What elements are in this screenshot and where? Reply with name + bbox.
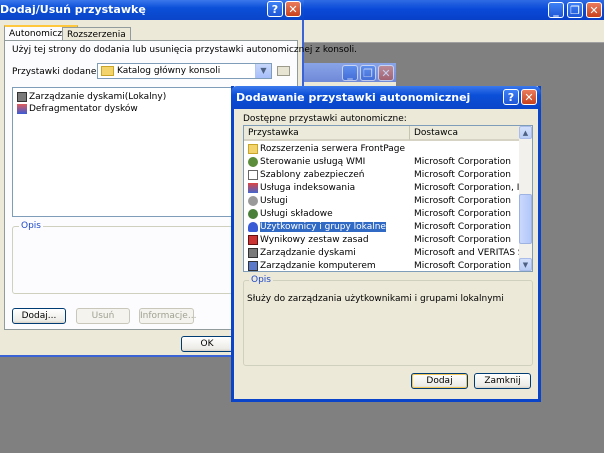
component-services-icon (248, 208, 258, 219)
scroll-up-icon[interactable]: ▲ (519, 126, 532, 139)
list-item[interactable]: Zarządzanie dyskami(Lokalny) (17, 91, 166, 103)
added-to-value: Katalog główny konsoli (117, 66, 221, 76)
table-row[interactable]: Wynikowy zestaw zasad Microsoft Corporat… (244, 234, 520, 247)
console-close-button[interactable]: ✕ (586, 2, 602, 18)
console-restore-button[interactable]: ❐ (567, 2, 583, 18)
close-icon: ✕ (524, 91, 534, 104)
add-button[interactable]: Dodaj (411, 373, 468, 389)
column-header-vendor[interactable]: Dostawca (410, 126, 520, 141)
remove-snapin-button[interactable]: Usuń (76, 308, 130, 324)
table-row[interactable]: Rozszerzenia serwera FrontPage (244, 143, 520, 156)
services-icon (248, 195, 258, 206)
close-icon: ✕ (288, 3, 298, 16)
add-snapin-help-button[interactable]: ? (503, 89, 519, 105)
rsop-icon (248, 234, 258, 245)
chevron-down-icon[interactable]: ▼ (255, 64, 271, 78)
disk-management-icon (248, 247, 258, 258)
available-snapins-list[interactable]: Przystawka Dostawca Rozszerzenia serwera… (243, 125, 533, 272)
security-templates-icon (248, 169, 258, 180)
mdi-window-titlebar: _ ❐ ✕ (304, 63, 396, 82)
minimize-icon: _ (347, 67, 353, 80)
added-to-combobox[interactable]: Katalog główny konsoli ▼ (97, 63, 272, 79)
column-header-snapin[interactable]: Przystawka (244, 126, 410, 141)
indexing-icon (248, 182, 258, 193)
table-row[interactable]: Usługi Microsoft Corporation (244, 195, 520, 208)
close-icon: ✕ (589, 4, 599, 17)
close-icon: ✕ (381, 67, 391, 80)
list-item[interactable]: Defragmentator dysków (17, 103, 138, 115)
add-snapin-dialog-title: Dodawanie przystawki autonomicznej (236, 91, 471, 104)
instruction-text: Użyj tej strony do dodania lub usunięcia… (12, 45, 357, 55)
addremove-help-button[interactable]: ? (267, 1, 283, 17)
addremove-dialog-title: Dodaj/Usuń przystawkę (0, 3, 146, 16)
about-snapin-button[interactable]: Informacje... (139, 308, 196, 324)
close-button[interactable]: Zamknij (474, 373, 531, 389)
table-row-selected[interactable]: Użytkownicy i grupy lokalne Microsoft Co… (244, 221, 520, 234)
minimize-icon: _ (553, 4, 559, 17)
add-snapin-dialog-titlebar: Dodawanie przystawki autonomicznej ? ✕ (231, 86, 541, 109)
table-row[interactable]: Zarządzanie dyskami Microsoft and VERITA… (244, 247, 532, 260)
restore-icon: ❐ (570, 4, 580, 17)
table-row[interactable]: Sterowanie usługą WMI Microsoft Corporat… (244, 156, 520, 169)
addremove-close-button[interactable]: ✕ (285, 1, 301, 17)
addremove-dialog-titlebar: Dodaj/Usuń przystawkę ? ✕ (0, 0, 304, 20)
add-snapin-button[interactable]: Dodaj... (12, 308, 66, 324)
disk-management-icon (17, 91, 27, 102)
add-snapin-close-button[interactable]: ✕ (521, 89, 537, 105)
help-icon: ? (271, 3, 279, 16)
snapin-description-text: Służy do zarządzania użytkownikami i gru… (247, 294, 504, 304)
snapin-description-group (243, 280, 533, 366)
help-icon: ? (507, 91, 515, 104)
scroll-down-icon[interactable]: ▼ (519, 258, 532, 271)
vertical-scrollbar[interactable]: ▲ ▼ (519, 126, 532, 271)
folder-icon (101, 66, 114, 76)
browse-folder-icon[interactable] (277, 66, 290, 76)
table-row[interactable]: Szablony zabezpieczeń Microsoft Corporat… (244, 169, 520, 182)
ok-button[interactable]: OK (181, 336, 233, 352)
mdi-close-button[interactable]: ✕ (378, 65, 394, 81)
wmi-icon (248, 156, 258, 167)
defragmenter-icon (17, 103, 27, 114)
folder-icon (248, 143, 258, 154)
computer-management-icon (248, 260, 258, 271)
table-row[interactable]: Usługa indeksowania Microsoft Corporatio… (244, 182, 532, 195)
description-group-label: Opis (19, 221, 43, 231)
console-inner-panel (302, 22, 603, 38)
table-row[interactable]: Zarządzanie komputerem Microsoft Corpora… (244, 260, 520, 271)
mdi-minimize-button[interactable]: _ (342, 65, 358, 81)
table-row[interactable]: Usługi składowe Microsoft Corporation (244, 208, 520, 221)
users-groups-icon (248, 221, 258, 232)
snapin-description-label: Opis (249, 275, 273, 285)
available-snapins-label: Dostępne przystawki autonomiczne: (243, 114, 407, 124)
mdi-restore-button[interactable]: ❐ (360, 65, 376, 81)
restore-icon: ❐ (363, 67, 373, 80)
console-minimize-button[interactable]: _ (548, 2, 564, 18)
scrollbar-thumb[interactable] (519, 194, 532, 244)
